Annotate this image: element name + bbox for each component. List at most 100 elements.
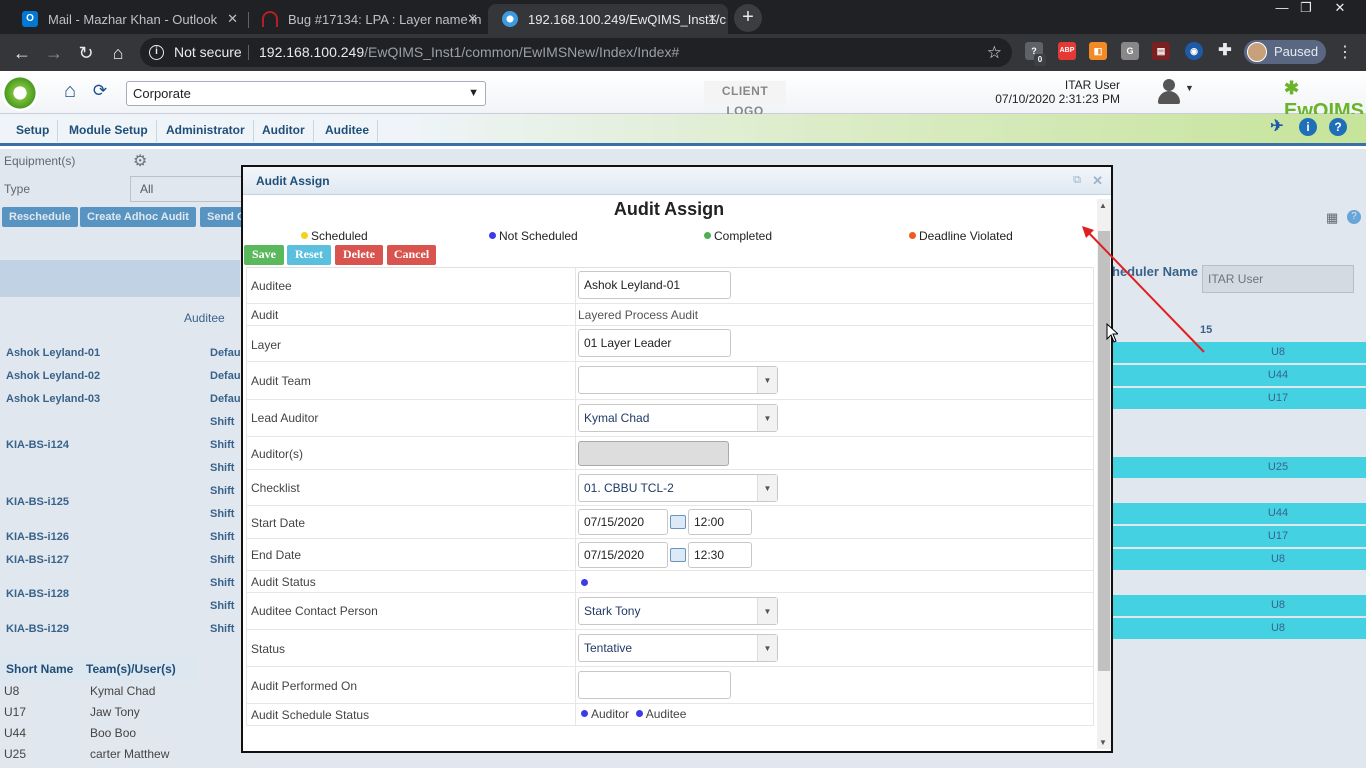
form-row-audit-team: Audit Team ▼ [246, 362, 1094, 400]
lead-auditor-value: Kymal Chad [584, 411, 650, 425]
adblock-icon[interactable]: ABP [1058, 42, 1076, 60]
scroll-down-icon[interactable]: ▼ [1099, 738, 1107, 747]
field-label: Start Date [251, 516, 306, 530]
audit-assign-dialog: Audit Assign ⧉ ✕ Audit Assign Scheduled … [241, 165, 1113, 753]
window-close-icon[interactable]: ✕ [1324, 0, 1356, 18]
reload-icon[interactable]: ↻ [73, 40, 99, 66]
menu-auditee[interactable]: Auditee [317, 120, 379, 142]
home-icon[interactable]: ⌂ [105, 40, 131, 66]
extension-g-icon[interactable]: G [1121, 42, 1139, 60]
browser-tab-active[interactable]: 192.168.100.249/EwQIMS_Inst1/c ✕ [488, 4, 728, 34]
menu-setup[interactable]: Setup [8, 120, 59, 142]
chevron-down-icon: ▼ [757, 475, 777, 501]
menu-auditor[interactable]: Auditor [254, 120, 314, 142]
forward-icon[interactable]: → [41, 40, 67, 66]
extensions-puzzle-icon[interactable]: ✚ [1216, 42, 1234, 60]
close-icon[interactable]: ✕ [707, 11, 718, 27]
info-icon[interactable]: i [149, 45, 164, 60]
legend-header-teams: Team(s)/User(s) [86, 662, 176, 676]
home-icon[interactable]: ⌂ [56, 77, 84, 105]
popout-icon[interactable]: ⧉ [1073, 174, 1081, 187]
pin-icon[interactable]: ✈ [1268, 118, 1286, 136]
form-row-start-date: Start Date 07/15/2020 12:00 [246, 506, 1094, 539]
company-logo-icon [2, 75, 38, 111]
close-icon[interactable]: ✕ [467, 11, 478, 27]
menu-administrator[interactable]: Administrator [158, 120, 254, 142]
refresh-icon[interactable]: ⟳ [86, 77, 114, 105]
legend-header: Short Name Team(s)/User(s) [0, 657, 198, 681]
layer-field[interactable]: 01 Layer Leader [578, 329, 731, 357]
contact-person-select[interactable]: Stark Tony ▼ [578, 597, 778, 625]
status-dot-icon [635, 710, 643, 717]
cancel-button[interactable]: Cancel [387, 245, 436, 265]
legend-label: Not Scheduled [499, 229, 578, 243]
save-button[interactable]: Save [244, 245, 284, 265]
status-select[interactable]: Tentative ▼ [578, 634, 778, 662]
main-menu: Setup Module Setup Administrator Auditor… [0, 114, 1366, 146]
checklist-select[interactable]: 01. CBBU TCL-2 ▼ [578, 474, 778, 502]
restore-icon[interactable]: ❐ [1290, 0, 1322, 18]
annotation-arrow [1082, 226, 1205, 353]
url-path: /EwQIMS_Inst1/common/EwIMSNew/Index/Inde… [364, 44, 680, 60]
performed-on-field[interactable] [578, 671, 731, 699]
field-label: Audit Status [251, 575, 316, 589]
menu-module-setup[interactable]: Module Setup [61, 120, 157, 142]
auditee-status-label: Auditee [645, 707, 687, 721]
client-logo: CLIENT LOGO [704, 81, 786, 118]
help-icon[interactable]: ? [1329, 118, 1347, 136]
reset-button[interactable]: Reset [287, 245, 331, 265]
browser-tab-outlook[interactable]: O Mail - Mazhar Khan - Outlook ✕ [8, 4, 249, 34]
field-label: Layer [251, 338, 282, 352]
company-select-value: Corporate [133, 86, 191, 101]
form-row-status: Status Tentative ▼ [246, 630, 1094, 667]
form-row-checklist: Checklist 01. CBBU TCL-2 ▼ [246, 470, 1094, 506]
address-bar[interactable]: i Not secure 192.168.100.249/EwQIMS_Inst… [140, 38, 1012, 67]
browser-menu-icon[interactable]: ⋮ [1337, 42, 1353, 62]
current-datetime: 07/10/2020 2:31:23 PM [995, 92, 1120, 106]
close-icon[interactable]: ✕ [227, 11, 238, 27]
calendar-icon[interactable] [670, 548, 686, 562]
scroll-up-icon[interactable]: ▲ [1099, 201, 1107, 210]
auditor-status-label: Auditor [591, 707, 630, 721]
info-icon[interactable]: i [1299, 118, 1317, 136]
form-row-auditee: Auditee Ashok Leyland-01 [246, 268, 1094, 304]
extension-bag-icon[interactable]: ◧ [1089, 42, 1107, 60]
extension-globe-icon[interactable]: ◉ [1185, 42, 1203, 60]
pdf-extension-icon[interactable]: ▤ [1152, 42, 1170, 60]
table-cell: Jaw Tony [90, 705, 140, 719]
audit-assign-form: Auditee Ashok Leyland-01 Audit Layered P… [246, 267, 1094, 726]
legend-label: Deadline Violated [919, 229, 1013, 243]
start-time-field[interactable]: 12:00 [688, 509, 752, 535]
chevron-down-icon: ▼ [757, 598, 777, 624]
auditee-field[interactable]: Ashok Leyland-01 [578, 271, 731, 299]
field-label: Status [251, 642, 286, 656]
user-menu-chevron-icon[interactable]: ▼ [1185, 83, 1194, 93]
audit-team-select[interactable]: ▼ [578, 366, 778, 394]
new-tab-button[interactable]: + [734, 4, 762, 32]
calendar-icon[interactable] [670, 515, 686, 529]
start-date-field[interactable]: 07/15/2020 [578, 509, 668, 535]
user-info: ITAR User 07/10/2020 2:31:23 PM [980, 78, 1120, 106]
audit-status-dot-icon [581, 579, 588, 586]
chevron-down-icon: ▼ [757, 405, 777, 431]
back-icon[interactable]: ← [9, 40, 35, 66]
schedule-status-values: Auditor Auditee [581, 707, 686, 721]
user-avatar-icon[interactable] [1155, 77, 1183, 105]
lead-auditor-select[interactable]: Kymal Chad ▼ [578, 404, 778, 432]
field-label: Audit Schedule Status [251, 708, 370, 722]
table-row: U8 Kymal Chad [0, 681, 198, 702]
profile-paused-button[interactable]: Paused [1244, 40, 1326, 64]
bookmark-star-icon[interactable]: ☆ [987, 38, 1002, 67]
end-time-field[interactable]: 12:30 [688, 542, 752, 568]
delete-button[interactable]: Delete [335, 245, 383, 265]
user-name: ITAR User [1064, 78, 1120, 92]
auditors-field[interactable] [578, 441, 729, 466]
chevron-down-icon: ▼ [757, 635, 777, 661]
status-value: Tentative [584, 641, 633, 655]
form-row-auditors: Auditor(s) [246, 437, 1094, 470]
close-icon[interactable]: ✕ [1092, 173, 1103, 189]
company-select[interactable]: Corporate ▼ [126, 81, 486, 106]
browser-tab-bug[interactable]: Bug #17134: LPA : Layer name in ✕ [248, 4, 488, 34]
table-cell: carter Matthew [90, 747, 170, 761]
end-date-field[interactable]: 07/15/2020 [578, 542, 668, 568]
